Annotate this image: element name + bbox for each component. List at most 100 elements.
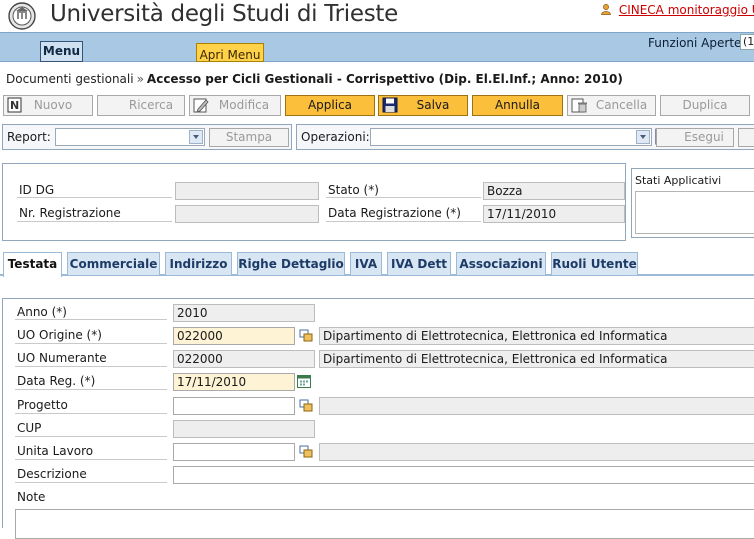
report-operations-row: Report: Stampa Operazioni: Esegui [0, 124, 754, 152]
note-textarea[interactable] [15, 509, 754, 539]
pencil-icon [193, 98, 209, 113]
cup-label: CUP [17, 421, 42, 435]
esegui-label: Esegui [684, 130, 724, 144]
report-label: Report: [7, 130, 51, 144]
uo-origine-label: UO Origine (*) [17, 328, 102, 342]
funzioni-aperte-label: Funzioni Aperte: [648, 36, 746, 50]
svg-text:N: N [10, 99, 19, 112]
nr-registrazione-field[interactable] [175, 205, 319, 223]
divider [326, 197, 481, 198]
descrizione-input[interactable] [173, 466, 754, 484]
testata-form: Anno (*) 2010 UO Origine (*) 022000 Dipa… [2, 298, 754, 539]
uo-numerante-desc-field[interactable]: Dipartimento di Elettrotecnica, Elettron… [319, 350, 754, 368]
salva-label: Salva [416, 98, 450, 112]
uo-numerante-code-field[interactable]: 022000 [173, 350, 315, 368]
divider [17, 197, 172, 198]
data-registrazione-field[interactable]: 17/11/2010 [483, 205, 625, 223]
tab-bar: Testata Commerciale Indirizzo Righe Dett… [0, 252, 754, 277]
extra-button[interactable] [738, 128, 754, 147]
descrizione-label: Descrizione [17, 467, 87, 481]
modifica-button[interactable]: Modifica [189, 95, 281, 116]
salva-button[interactable]: Salva [378, 95, 468, 116]
tab-indirizzo[interactable]: Indirizzo [165, 252, 232, 275]
nuovo-label: Nuovo [33, 98, 73, 112]
data-reg-input[interactable]: 17/11/2010 [173, 373, 295, 391]
university-title: Università degli Studi di Trieste [50, 1, 398, 27]
tab-iva-dett[interactable]: IVA Dett [387, 252, 451, 275]
annulla-label: Annulla [494, 98, 541, 112]
ricerca-button[interactable]: Ricerca [97, 95, 185, 116]
page-title: Accesso per Cicli Gestionali - Corrispet… [146, 72, 623, 86]
duplica-label: Duplica [682, 98, 728, 112]
chevron-down-icon[interactable] [189, 130, 203, 144]
stati-applicativi-label: Stati Applicativi [635, 174, 722, 187]
uo-numerante-label: UO Numerante [17, 351, 107, 365]
annulla-button[interactable]: Annulla [472, 95, 563, 116]
lookup-icon[interactable] [299, 445, 313, 459]
user-icon [601, 4, 611, 15]
unita-lavoro-label: Unita Lavoro [17, 444, 94, 458]
apri-menu-button[interactable]: Apri Menu [196, 43, 264, 62]
progetto-desc-field[interactable] [319, 397, 754, 415]
cineca-link-area: CINECA monitoraggio U [600, 3, 754, 17]
tab-iva[interactable]: IVA [350, 252, 382, 275]
funzioni-aperte-select[interactable]: (1 [740, 34, 754, 50]
header: Università degli Studi di Trieste CINECA… [0, 0, 754, 32]
divider [15, 436, 167, 437]
cineca-monitoring-link[interactable]: CINECA monitoraggio U [619, 3, 754, 17]
divider [15, 459, 167, 460]
chevron-down-icon[interactable] [636, 130, 650, 144]
tab-commerciale[interactable]: Commerciale [67, 252, 160, 275]
stati-applicativi-list[interactable] [635, 191, 754, 234]
menu-bar: Menu Apri Menu Funzioni Aperte: (1 [0, 32, 754, 62]
report-select[interactable] [55, 128, 205, 146]
divider [17, 221, 172, 222]
operazioni-label: Operazioni: [301, 130, 370, 144]
anno-field[interactable]: 2010 [173, 304, 315, 322]
lookup-icon[interactable] [299, 399, 313, 413]
unita-lavoro-code-input[interactable] [173, 443, 295, 461]
lookup-icon[interactable] [299, 329, 313, 343]
university-logo [8, 2, 36, 30]
tab-ruoli-utente[interactable]: Ruoli Utente [551, 252, 638, 275]
menu-button[interactable]: Menu [40, 41, 83, 62]
nuovo-button[interactable]: N Nuovo [3, 95, 93, 116]
cancella-label: Cancella [595, 98, 648, 112]
breadcrumb: Documenti gestionali» Accesso per Cicli G… [6, 72, 623, 86]
trash-icon [571, 98, 587, 113]
stato-field[interactable]: Bozza [483, 182, 625, 200]
data-reg-label: Data Reg. (*) [17, 374, 96, 388]
modifica-label: Modifica [218, 98, 270, 112]
stampa-button[interactable]: Stampa [209, 128, 289, 147]
progetto-label: Progetto [17, 398, 68, 412]
applica-label: Applica [307, 98, 353, 112]
uo-origine-desc-field[interactable]: Dipartimento di Elettrotecnica, Elettron… [319, 327, 754, 345]
report-group: Report: Stampa [2, 124, 292, 150]
applica-button[interactable]: Applica [285, 95, 375, 116]
duplica-button[interactable]: Duplica [660, 95, 750, 116]
tab-associazioni[interactable]: Associazioni [456, 252, 546, 275]
divider [15, 319, 167, 320]
tab-testata[interactable]: Testata [3, 252, 62, 277]
ricerca-label: Ricerca [128, 98, 174, 112]
divider [326, 221, 481, 222]
stato-label: Stato (*) [328, 183, 379, 197]
note-label: Note [17, 490, 46, 504]
breadcrumb-separator: » [136, 72, 144, 86]
progetto-code-input[interactable] [173, 397, 295, 415]
tab-righe-dettaglio[interactable]: Righe Dettaglio [237, 252, 345, 275]
document-id-section: ID DG Nr. Registrazione Stato (*) Bozza … [2, 163, 626, 241]
calendar-icon[interactable] [297, 374, 311, 388]
esegui-button[interactable]: Esegui [656, 128, 734, 147]
divider [15, 366, 167, 367]
operazioni-select[interactable] [370, 128, 652, 146]
divider [15, 413, 167, 414]
cup-field[interactable] [173, 420, 315, 438]
breadcrumb-root[interactable]: Documenti gestionali [6, 72, 134, 86]
uo-origine-code-input[interactable]: 022000 [173, 327, 295, 345]
id-dg-field[interactable] [175, 182, 319, 200]
unita-lavoro-desc-field[interactable] [319, 443, 754, 461]
nr-registrazione-label: Nr. Registrazione [19, 206, 121, 220]
cancella-button[interactable]: Cancella [567, 95, 656, 116]
anno-label: Anno (*) [17, 305, 67, 319]
